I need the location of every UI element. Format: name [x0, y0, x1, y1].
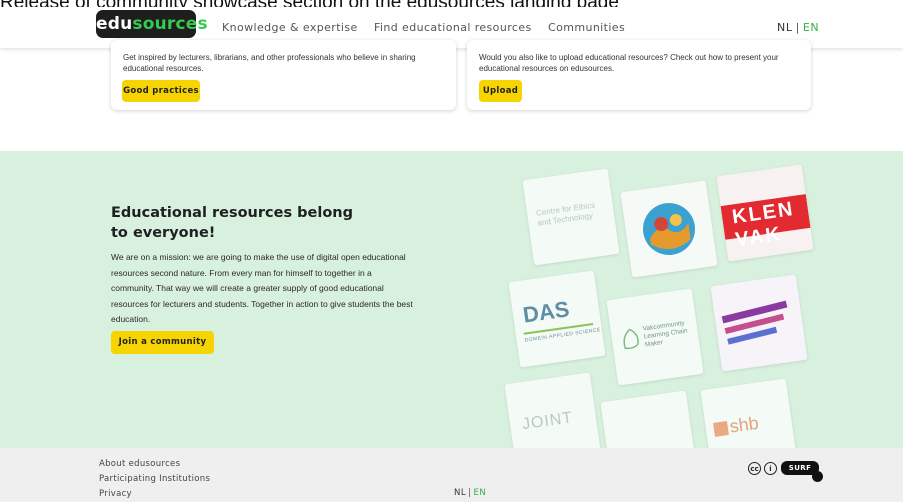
good-practices-card: Get inspired by lecturers, librarians, a… — [111, 40, 456, 110]
tile-centre-ethics-text: Centre for Ethics and Technology — [535, 200, 596, 228]
site-footer: About edusources Participating Instituti… — [0, 448, 903, 502]
upload-button[interactable]: Upload — [479, 80, 522, 102]
lang-separator: | — [795, 21, 800, 34]
footer-lang-separator: | — [468, 488, 472, 498]
join-community-button[interactable]: Join a community — [111, 331, 214, 354]
lang-nl[interactable]: NL — [777, 21, 793, 34]
community-showcase-section: Educational resources belong to everyone… — [0, 151, 903, 448]
stripes-logo-icon — [721, 300, 788, 345]
edusources-logo[interactable]: edusources — [96, 10, 208, 38]
attribution-icon[interactable]: i — [764, 462, 777, 475]
footer-link-institutions[interactable]: Participating Institutions — [99, 474, 210, 484]
tile-das[interactable]: DAS DOMEIN APPLIED SCIENCE — [508, 270, 606, 368]
footer-lang-en[interactable]: EN — [473, 488, 486, 498]
tile-vakcommunity[interactable]: Vakcommunity Learning Chain Maker — [606, 288, 704, 386]
nav-knowledge-expertise[interactable]: Knowledge & expertise — [222, 21, 358, 34]
tile-shb-text: shb — [728, 412, 760, 437]
tile-blank[interactable] — [600, 390, 698, 448]
good-practices-button[interactable]: Good practices — [122, 80, 200, 102]
mission-title: Educational resources belong to everyone… — [111, 205, 353, 241]
tile-joint-text: JOINT — [521, 409, 575, 434]
language-switch: NL | EN — [777, 21, 819, 34]
logo-text-edu: edu — [96, 14, 133, 34]
nav-find-educational-resources[interactable]: Find educational resources — [374, 21, 532, 34]
tile-das-text: DAS — [521, 296, 571, 328]
circle-community-logo-icon — [643, 203, 695, 255]
tile-klenvak[interactable]: KLEN VAK — [716, 164, 814, 262]
leaf-icon — [623, 328, 639, 350]
tile-circle-logo[interactable] — [620, 180, 718, 278]
tile-centre-ethics[interactable]: Centre for Ethics and Technology — [522, 168, 620, 266]
footer-link-privacy[interactable]: Privacy — [99, 489, 132, 499]
nav-communities[interactable]: Communities — [548, 21, 625, 34]
logo-text-sources: sources — [132, 14, 208, 34]
tile-shb[interactable]: shb — [700, 378, 798, 448]
upload-card-text: Would you also like to upload educationa… — [479, 53, 779, 73]
upload-card: Would you also like to upload educationa… — [467, 40, 811, 110]
surf-logo-tail — [812, 471, 823, 482]
footer-lang-nl[interactable]: NL — [454, 488, 466, 498]
creative-commons-icon[interactable]: cc — [748, 462, 761, 475]
mission-body: We are on a mission: we are going to mak… — [111, 252, 413, 324]
tile-das-subtext: DOMEIN APPLIED SCIENCE — [524, 327, 602, 344]
good-practices-card-text: Get inspired by lecturers, librarians, a… — [123, 53, 416, 73]
shb-square-icon — [713, 421, 729, 437]
tile-stripes[interactable] — [710, 274, 808, 372]
tile-joint[interactable]: JOINT — [504, 372, 602, 448]
footer-link-about[interactable]: About edusources — [99, 459, 180, 469]
tile-vakcommunity-text: Vakcommunity Learning Chain Maker — [642, 319, 689, 349]
community-logo-collage: Centre for Ethics and Technology KLEN VA… — [504, 164, 814, 448]
footer-language-switch: NL | EN — [454, 488, 486, 498]
tile-klenvak-text: KLEN VAK — [730, 198, 796, 252]
lang-en[interactable]: EN — [803, 21, 819, 34]
